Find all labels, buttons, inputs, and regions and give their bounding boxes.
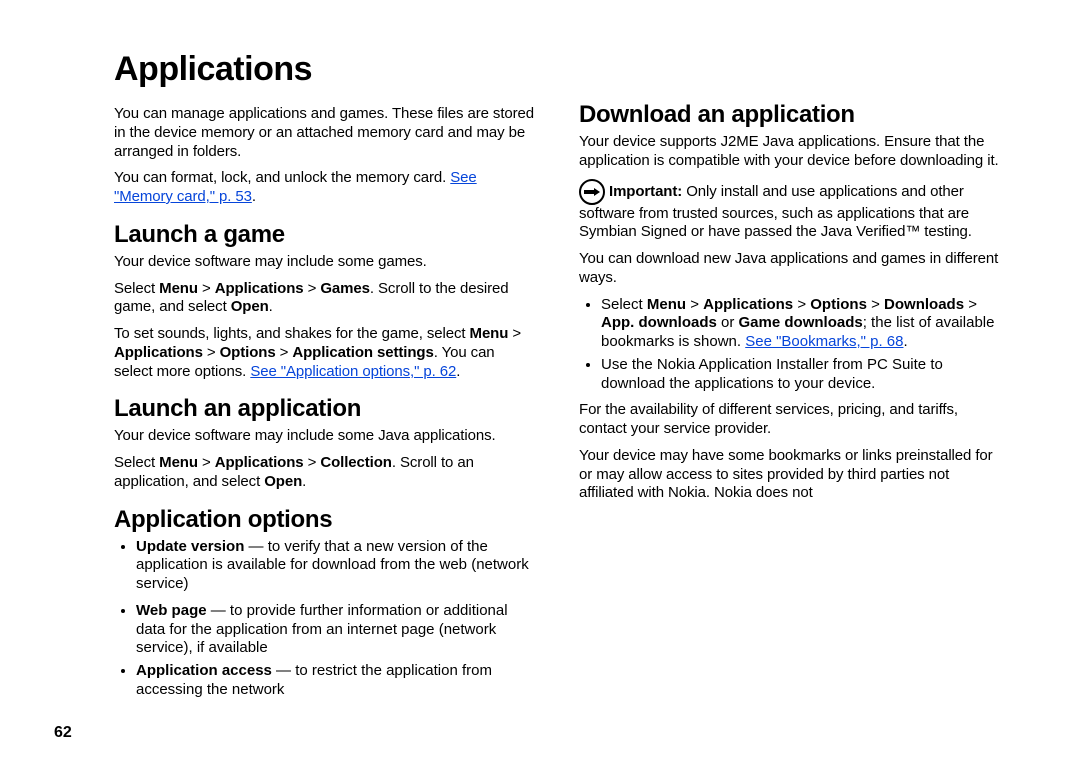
menu-path-segment: Downloads	[884, 296, 964, 313]
menu-path-segment: Menu	[470, 325, 509, 342]
body-text: or	[717, 314, 739, 331]
intro-paragraph-1: You can manage applications and games. T…	[114, 105, 537, 161]
bookmarks-link[interactable]: See "Bookmarks," p. 68	[745, 333, 903, 350]
body-text: To set sounds, lights, and shakes for th…	[114, 325, 470, 342]
menu-path-segment: Open	[264, 473, 302, 490]
body-text: You can format, lock, and unlock the mem…	[114, 169, 450, 186]
menu-path-segment: Menu	[159, 280, 198, 297]
page-title: Applications	[114, 50, 1002, 89]
menu-path-segment: Menu	[159, 454, 198, 471]
menu-path-segment: Options	[220, 344, 276, 361]
important-label: Important:	[609, 182, 682, 199]
list-item: Update version — to verify that a new ve…	[136, 538, 537, 594]
launch-application-heading: Launch an application	[114, 395, 537, 423]
menu-sep: >	[686, 296, 703, 313]
menu-sep: >	[198, 280, 215, 297]
download-p3: For the availability of different servic…	[579, 401, 1002, 439]
body-text: .	[252, 188, 256, 205]
body-text: .	[302, 473, 306, 490]
menu-sep: >	[304, 280, 321, 297]
download-application-heading: Download an application	[579, 101, 1002, 129]
menu-sep: >	[793, 296, 810, 313]
menu-path-segment: Menu	[647, 296, 686, 313]
menu-path-segment: Applications	[703, 296, 793, 313]
application-options-link[interactable]: See "Application options," p. 62	[250, 363, 456, 380]
body-text: .	[456, 363, 460, 380]
download-p2: You can download new Java applications a…	[579, 250, 1002, 288]
list-item: Web page — to provide further informatio…	[136, 602, 537, 658]
body-text: Select	[114, 280, 159, 297]
menu-path-segment: Collection	[320, 454, 392, 471]
download-methods-list: Select Menu > Applications > Options > D…	[579, 296, 1002, 394]
menu-sep: >	[508, 325, 521, 342]
list-item: Use the Nokia Application Installer from…	[601, 356, 1002, 394]
body-text: .	[903, 333, 907, 350]
menu-path-segment: Games	[320, 280, 370, 297]
launch-app-p1: Your device software may include some Ja…	[114, 427, 537, 446]
menu-sep: >	[304, 454, 321, 471]
menu-path-segment: Applications	[215, 280, 304, 297]
menu-path-segment: Application settings	[292, 344, 433, 361]
app-options-block: Application options Update version — to …	[114, 506, 537, 594]
intro-paragraph-2: You can format, lock, and unlock the mem…	[114, 169, 537, 207]
list-item: Application access — to restrict the app…	[136, 662, 537, 700]
menu-path-segment: Options	[810, 296, 867, 313]
body-text: Select	[114, 454, 159, 471]
menu-path-segment: App. downloads	[601, 314, 717, 331]
launch-game-p1: Your device software may include some ga…	[114, 253, 537, 272]
option-name: Application access	[136, 662, 272, 679]
body-text: .	[269, 298, 273, 315]
menu-path-segment: Applications	[215, 454, 304, 471]
important-arrow-icon	[579, 179, 605, 205]
download-p4: Your device may have some bookmarks or l…	[579, 447, 1002, 503]
menu-sep: >	[867, 296, 884, 313]
download-important: Important: Only install and use applicat…	[579, 179, 1002, 243]
menu-sep: >	[276, 344, 293, 361]
application-options-list: Update version — to verify that a new ve…	[114, 538, 537, 594]
page-number: 62	[54, 724, 72, 742]
body-text: Select	[601, 296, 647, 313]
launch-game-p3: To set sounds, lights, and shakes for th…	[114, 325, 537, 381]
menu-path-segment: Open	[231, 298, 269, 315]
download-p1: Your device supports J2ME Java applicati…	[579, 133, 1002, 171]
application-options-heading: Application options	[114, 506, 537, 534]
menu-path-segment: Applications	[114, 344, 203, 361]
menu-sep: >	[198, 454, 215, 471]
manual-page: 62 Applications You can manage applicati…	[0, 0, 1080, 780]
launch-game-heading: Launch a game	[114, 221, 537, 249]
launch-app-p2: Select Menu > Applications > Collection.…	[114, 454, 537, 492]
application-options-list-continued: Web page — to provide further informatio…	[114, 602, 537, 700]
option-name: Web page	[136, 602, 207, 619]
launch-game-p2: Select Menu > Applications > Games. Scro…	[114, 280, 537, 318]
menu-path-segment: Game downloads	[739, 314, 863, 331]
menu-sep: >	[203, 344, 220, 361]
menu-sep: >	[964, 296, 977, 313]
list-item: Select Menu > Applications > Options > D…	[601, 296, 1002, 352]
option-name: Update version	[136, 538, 244, 555]
content-columns: You can manage applications and games. T…	[114, 101, 1002, 761]
